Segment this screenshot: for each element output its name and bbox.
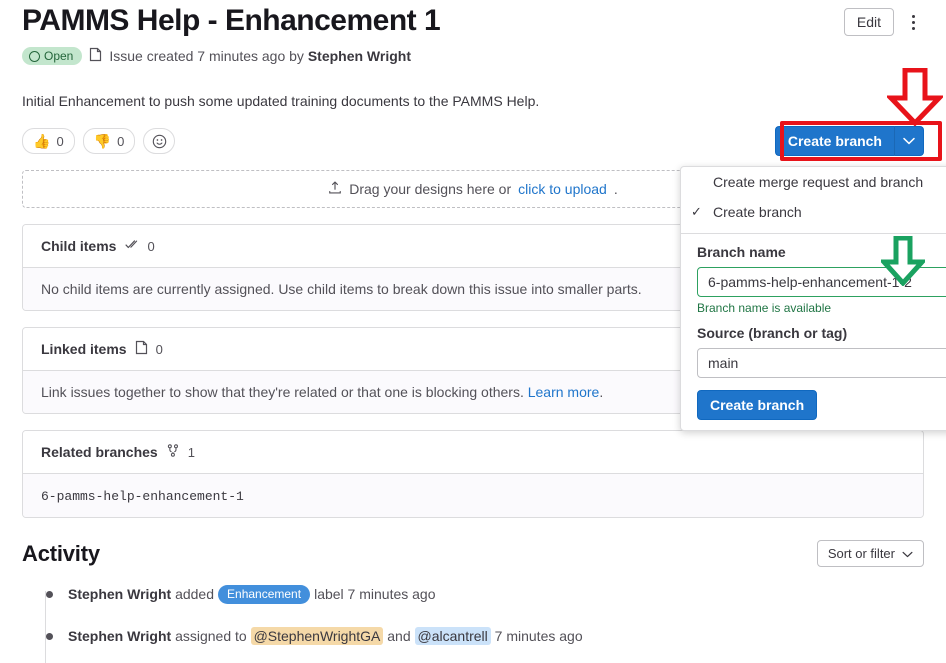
label-badge[interactable]: Enhancement: [218, 584, 311, 604]
thumbsdown-reaction[interactable]: 👎 0: [82, 128, 136, 154]
edit-button[interactable]: Edit: [843, 8, 894, 36]
upload-icon: [328, 180, 342, 198]
note-suffix: label 7 minutes ago: [314, 586, 436, 602]
click-to-upload-link[interactable]: click to upload: [518, 181, 607, 197]
chevron-down-icon: [903, 137, 915, 145]
status-badge-label: Open: [44, 49, 74, 63]
dropzone-text: Drag your designs here or: [349, 181, 512, 197]
issue-created-text: Issue created 7 minutes ago by Stephen W…: [109, 48, 411, 64]
card-title: Linked items: [41, 341, 127, 357]
branch-icon: [166, 443, 180, 461]
linked-items-icon: [135, 340, 148, 358]
issue-description: Initial Enhancement to push some updated…: [22, 93, 540, 109]
title-actions: Edit: [843, 2, 924, 36]
kebab-dot: [911, 26, 915, 30]
linked-items-count: 0: [155, 341, 163, 357]
activity-notes: Stephen Wright added Enhancement label 7…: [22, 581, 924, 663]
thumbsup-reaction[interactable]: 👍 0: [22, 128, 75, 154]
related-branches-card: Related branches 1 6-pamms-help-enhancem…: [22, 430, 924, 518]
child-items-count: 0: [147, 238, 155, 254]
dropdown-option-create-branch[interactable]: ✓ Create branch: [681, 197, 946, 227]
title-row: PAMMS Help - Enhancement 1 Edit: [22, 0, 924, 40]
create-branch-button[interactable]: Create branch: [774, 126, 894, 156]
kebab-dot: [911, 14, 915, 18]
note-conjunction: and: [387, 628, 411, 644]
chevron-down-icon: [902, 546, 913, 561]
activity-header: Activity Sort or filter: [22, 540, 924, 567]
activity-note: Stephen Wright assigned to @StephenWrigh…: [46, 623, 924, 649]
dropzone-period: .: [613, 181, 618, 197]
create-branch-dropdown-toggle[interactable]: [894, 126, 924, 156]
source-label: Source (branch or tag): [697, 325, 848, 341]
option-label: Create merge request and branch: [713, 174, 924, 190]
card-title: Related branches: [41, 444, 158, 460]
add-reaction-button[interactable]: [143, 128, 176, 154]
related-branches-body: 6-pamms-help-enhancement-1: [23, 473, 923, 517]
child-items-icon: [124, 237, 139, 255]
note-author[interactable]: Stephen Wright: [68, 628, 171, 644]
create-branch-dropdown-panel: Create merge request and branch ✓ Create…: [680, 166, 946, 431]
smiley-icon: [152, 134, 167, 148]
page-title: PAMMS Help - Enhancement 1: [22, 4, 441, 37]
card-title: Child items: [41, 238, 117, 254]
more-actions-icon[interactable]: [902, 10, 924, 34]
mention-alcantrell[interactable]: @alcantrell: [414, 627, 491, 645]
check-icon: ✓: [691, 204, 702, 219]
thumbsdown-icon: 👎: [93, 133, 112, 149]
note-suffix: 7 minutes ago: [494, 628, 583, 644]
linked-items-text: Link issues together to show that they'r…: [41, 384, 524, 400]
source-section: Source (branch or tag): [681, 315, 946, 378]
activity-title: Activity: [22, 540, 100, 566]
related-branch-name[interactable]: 6-pamms-help-enhancement-1: [41, 489, 244, 504]
thumbsdown-count: 0: [117, 133, 125, 149]
issue-meta: Open Issue created 7 minutes ago by Step…: [22, 47, 924, 65]
issue-author: Stephen Wright: [307, 48, 411, 64]
branch-name-availability-message: Branch name is available: [697, 301, 832, 315]
kebab-dot: [911, 20, 915, 24]
issue-type-icon: [89, 47, 102, 65]
activity-note: Stephen Wright added Enhancement label 7…: [46, 581, 924, 607]
open-circle-icon: [29, 50, 40, 62]
created-prefix: Issue created 7 minutes ago by: [109, 48, 304, 64]
source-input[interactable]: [697, 348, 946, 378]
note-action: added: [175, 586, 215, 602]
sort-or-filter-label: Sort or filter: [827, 546, 895, 561]
option-label: Create branch: [713, 204, 802, 220]
related-branches-header: Related branches 1: [23, 431, 923, 473]
branch-name-input[interactable]: [697, 267, 946, 297]
learn-more-link[interactable]: Learn more: [528, 384, 600, 400]
status-badge: Open: [22, 47, 83, 65]
create-branch-split-button: Create branch: [774, 126, 924, 156]
branch-name-label: Branch name: [697, 244, 786, 260]
thumbsup-icon: 👍: [33, 133, 51, 149]
sort-or-filter-button[interactable]: Sort or filter: [816, 540, 924, 567]
branch-name-section: Branch name Branch name is available: [681, 234, 946, 315]
note-author[interactable]: Stephen Wright: [68, 586, 171, 602]
mention-stephenwrightga[interactable]: @StephenWrightGA: [250, 627, 384, 645]
dropdown-create-branch-submit[interactable]: Create branch: [697, 390, 818, 420]
linked-items-period: .: [599, 384, 604, 400]
dropdown-option-merge-request[interactable]: Create merge request and branch: [681, 167, 946, 197]
related-branches-count: 1: [187, 444, 195, 460]
thumbsup-count: 0: [56, 133, 64, 149]
note-action: assigned to: [175, 628, 247, 644]
